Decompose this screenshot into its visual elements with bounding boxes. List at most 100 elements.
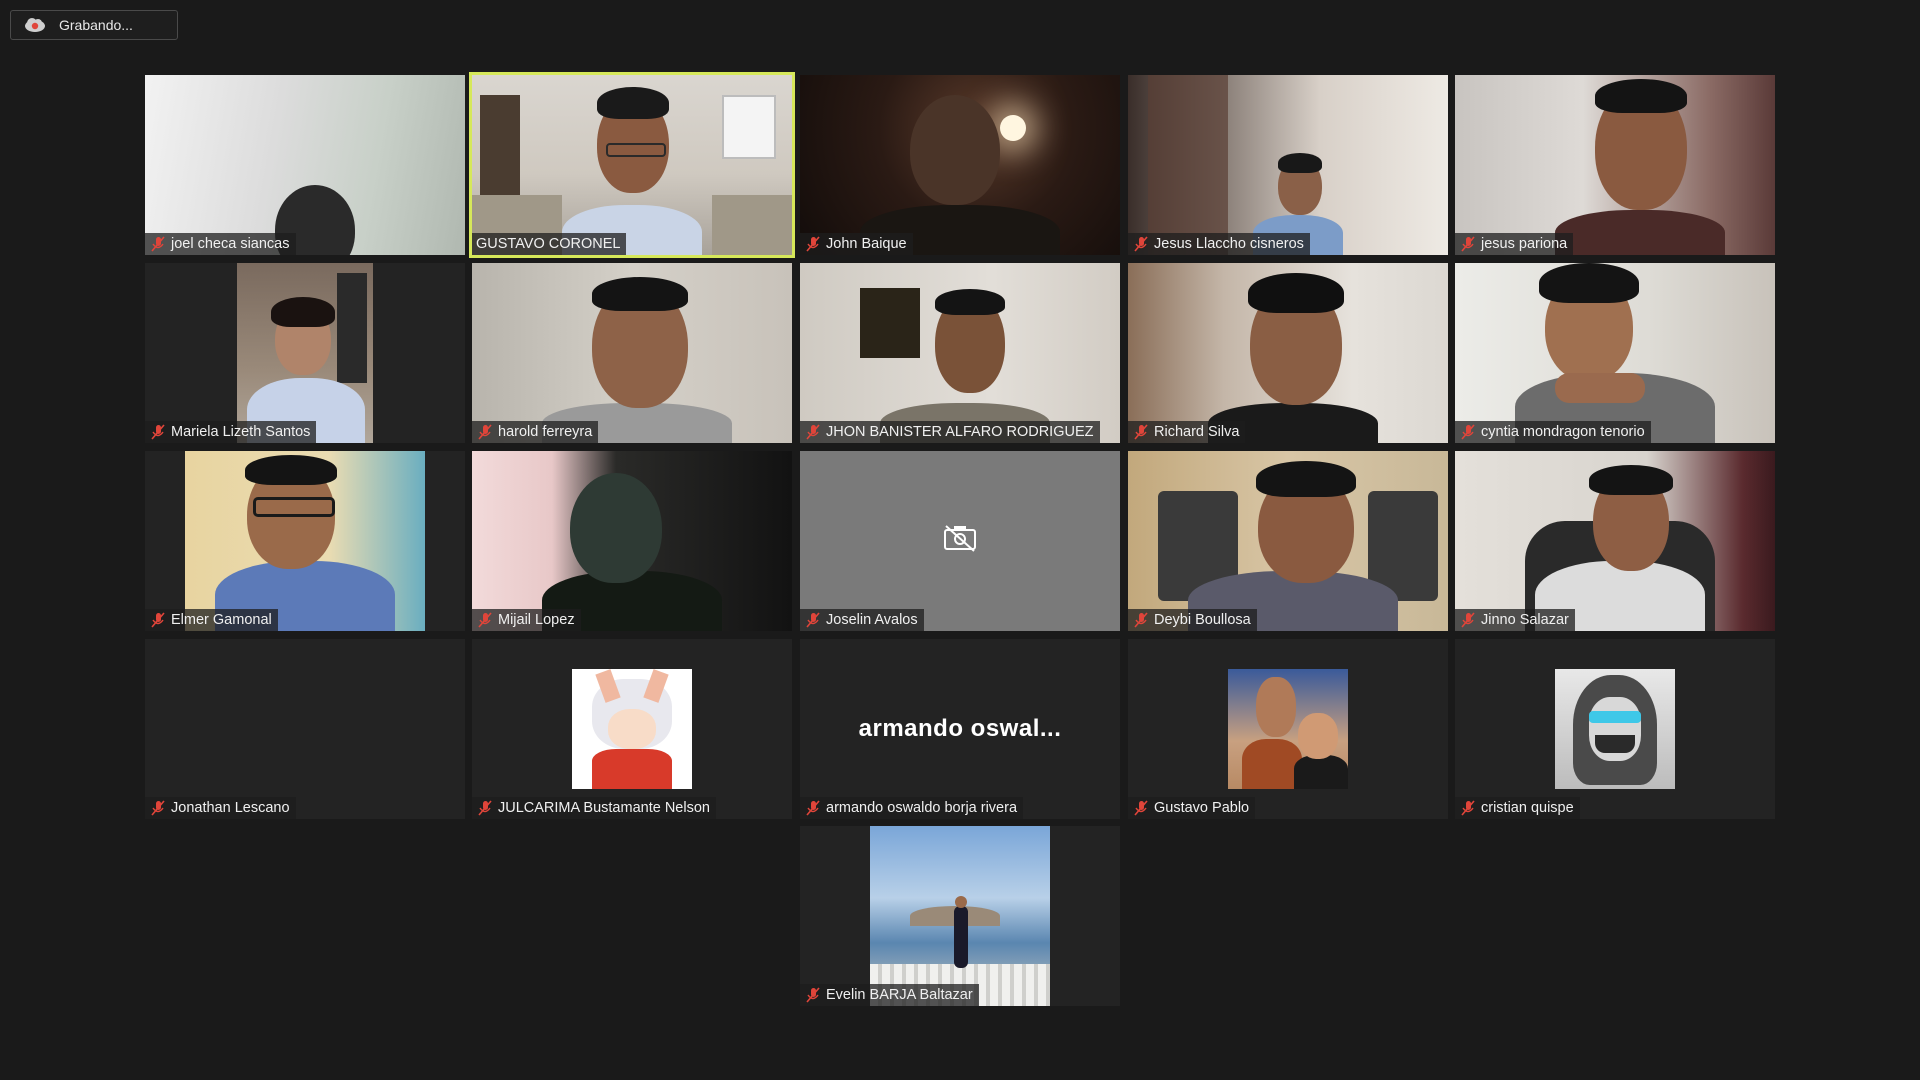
participant-tile[interactable]: Richard Silva: [1128, 263, 1448, 443]
participant-name-bar: JHON BANISTER ALFARO RODRIGUEZ: [800, 421, 1100, 443]
mic-muted-icon: [806, 424, 820, 440]
mic-muted-icon: [1461, 236, 1475, 252]
mic-muted-icon: [478, 424, 492, 440]
participant-name: Jinno Salazar: [1481, 612, 1569, 628]
participant-tile[interactable]: Joselin Avalos: [800, 451, 1120, 631]
video-feed: [472, 263, 792, 443]
mic-muted-icon: [151, 424, 165, 440]
participant-name: Jesus Llaccho cisneros: [1154, 236, 1304, 252]
video-feed: [237, 263, 373, 443]
video-feed: [472, 451, 792, 631]
participant-name-bar: Deybi Boullosa: [1128, 609, 1257, 631]
participant-name: Evelin BARJA Baltazar: [826, 987, 973, 1003]
participant-tile[interactable]: JHON BANISTER ALFARO RODRIGUEZ: [800, 263, 1120, 443]
participant-name-bar: Jesus Llaccho cisneros: [1128, 233, 1310, 255]
participant-name: Jonathan Lescano: [171, 800, 290, 816]
video-feed: [870, 826, 1050, 1006]
mic-muted-icon: [806, 987, 820, 1003]
mic-muted-icon: [806, 800, 820, 816]
participant-name-bar: Joselin Avalos: [800, 609, 924, 631]
participant-name-bar: Evelin BARJA Baltazar: [800, 984, 979, 1006]
participant-tile[interactable]: jesus pariona: [1455, 75, 1775, 255]
participant-name-bar: harold ferreyra: [472, 421, 599, 443]
video-feed: [1128, 263, 1448, 443]
camera-off-icon: [944, 525, 976, 552]
participant-name: cyntia mondragon tenorio: [1481, 424, 1645, 440]
profile-picture: [1228, 669, 1348, 789]
participant-name-bar: JULCARIMA Bustamante Nelson: [472, 797, 716, 819]
participant-name-bar: Richard Silva: [1128, 421, 1246, 443]
profile-picture: [572, 669, 692, 789]
participant-tile[interactable]: cyntia mondragon tenorio: [1455, 263, 1775, 443]
mic-muted-icon: [1461, 424, 1475, 440]
participant-name: cristian quispe: [1481, 800, 1574, 816]
participant-name-bar: John Baique: [800, 233, 913, 255]
participant-name: Elmer Gamonal: [171, 612, 272, 628]
participant-name: Mariela Lizeth Santos: [171, 424, 311, 440]
participant-tile[interactable]: Evelin BARJA Baltazar: [800, 826, 1120, 1006]
mic-muted-icon: [1134, 424, 1148, 440]
participant-tile[interactable]: Jonathan Lescano: [145, 639, 465, 819]
mic-muted-icon: [151, 236, 165, 252]
participant-name: Deybi Boullosa: [1154, 612, 1251, 628]
mic-muted-icon: [1134, 236, 1148, 252]
video-feed: [472, 75, 792, 255]
video-feed: [1128, 75, 1448, 255]
participant-name: jesus pariona: [1481, 236, 1568, 252]
participant-name: John Baique: [826, 236, 907, 252]
participant-name: Gustavo Pablo: [1154, 800, 1250, 816]
mic-muted-icon: [151, 612, 165, 628]
participant-tile[interactable]: joel checa siancas: [145, 75, 465, 255]
participant-tile[interactable]: Jinno Salazar: [1455, 451, 1775, 631]
participant-name: harold ferreyra: [498, 424, 593, 440]
mic-muted-icon: [151, 800, 165, 816]
participant-name: GUSTAVO CORONEL: [476, 236, 621, 252]
mic-muted-icon: [1134, 612, 1148, 628]
participant-tile[interactable]: JULCARIMA Bustamante Nelson: [472, 639, 792, 819]
participant-name-bar: Gustavo Pablo: [1128, 797, 1256, 819]
participant-name-bar: cyntia mondragon tenorio: [1455, 421, 1651, 443]
gallery-grid: joel checa siancas GUSTAVO CORONEL John …: [0, 0, 1920, 1080]
video-feed: [1455, 263, 1775, 443]
participant-name-bar: jesus pariona: [1455, 233, 1574, 255]
participant-name: Joselin Avalos: [826, 612, 918, 628]
video-feed: [800, 75, 1120, 255]
mic-muted-icon: [478, 612, 492, 628]
mic-muted-icon: [806, 612, 820, 628]
participant-tile[interactable]: Gustavo Pablo: [1128, 639, 1448, 819]
participant-name-bar: GUSTAVO CORONEL: [472, 233, 627, 255]
participant-name-bar: Mariela Lizeth Santos: [145, 421, 317, 443]
participant-tile[interactable]: Deybi Boullosa: [1128, 451, 1448, 631]
mic-muted-icon: [806, 236, 820, 252]
profile-picture: [1555, 669, 1675, 789]
participant-display-name: armando oswal...: [858, 715, 1062, 742]
participant-name: JHON BANISTER ALFARO RODRIGUEZ: [826, 424, 1094, 440]
participant-name: Richard Silva: [1154, 424, 1240, 440]
mic-muted-icon: [1461, 800, 1475, 816]
participant-name-bar: Jonathan Lescano: [145, 797, 296, 819]
video-feed: [1455, 451, 1775, 631]
participant-name-bar: cristian quispe: [1455, 797, 1580, 819]
participant-tile[interactable]: Jesus Llaccho cisneros: [1128, 75, 1448, 255]
participant-name-bar: armando oswaldo borja rivera: [800, 797, 1024, 819]
participant-name-bar: joel checa siancas: [145, 233, 296, 255]
participant-tile[interactable]: John Baique: [800, 75, 1120, 255]
participant-name: armando oswaldo borja rivera: [826, 800, 1018, 816]
video-feed: [1455, 75, 1775, 255]
participant-tile[interactable]: Mijail Lopez: [472, 451, 792, 631]
participant-tile[interactable]: Elmer Gamonal: [145, 451, 465, 631]
video-feed: [800, 263, 1120, 443]
participant-name-bar: Mijail Lopez: [472, 609, 581, 631]
participant-name: JULCARIMA Bustamante Nelson: [498, 800, 710, 816]
participant-tile[interactable]: armando oswal... armando oswaldo borja r…: [800, 639, 1120, 819]
participant-tile[interactable]: harold ferreyra: [472, 263, 792, 443]
mic-muted-icon: [1134, 800, 1148, 816]
participant-tile-active-speaker[interactable]: GUSTAVO CORONEL: [469, 72, 795, 258]
video-feed: [145, 75, 465, 255]
video-feed: [185, 451, 425, 631]
participant-tile[interactable]: cristian quispe: [1455, 639, 1775, 819]
participant-tile[interactable]: Mariela Lizeth Santos: [145, 263, 465, 443]
video-feed: [1128, 451, 1448, 631]
participant-name: Mijail Lopez: [498, 612, 575, 628]
mic-muted-icon: [1461, 612, 1475, 628]
